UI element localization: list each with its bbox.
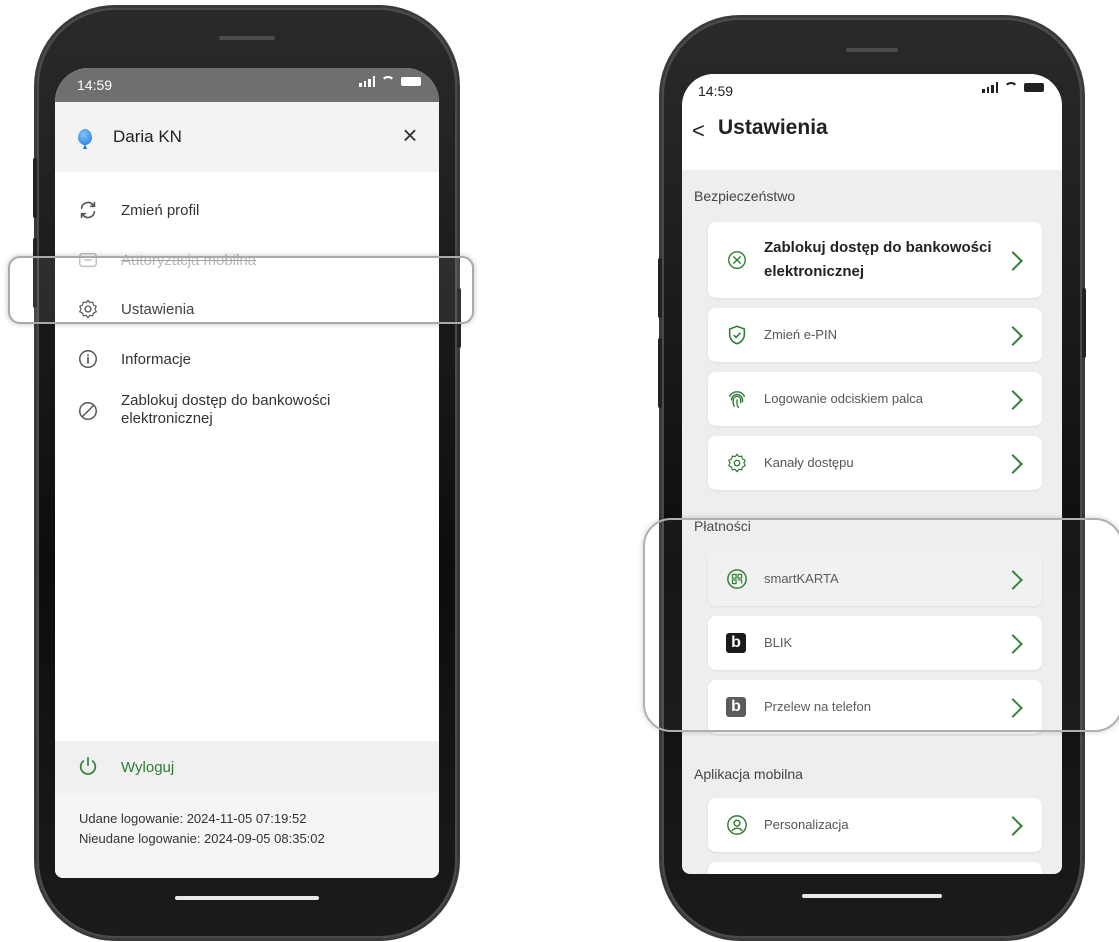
card-label: Logowanie odciskiem palca xyxy=(764,391,923,406)
system-icons xyxy=(359,76,421,87)
chevron-right-icon xyxy=(1003,816,1023,836)
last-login-failed: Nieudane logowanie: 2024-09-05 08:35:02 xyxy=(79,831,325,846)
highlight-frame xyxy=(643,518,1119,732)
card-block-access[interactable]: Zablokuj dostęp do bankowości elektronic… xyxy=(708,222,1042,298)
card-label: Zmień e-PIN xyxy=(764,327,837,342)
volume-button xyxy=(658,338,662,408)
menu-item-change-profile[interactable]: Zmień profil xyxy=(55,191,439,231)
speaker-grille xyxy=(846,48,898,52)
menu-item-label: Informacje xyxy=(121,351,192,368)
volume-button xyxy=(658,258,662,318)
menu-item-label: Zmień profil xyxy=(121,202,200,219)
phone-frame-left: 14:59 Daria KN × Zmień profil Autoryzacj… xyxy=(33,8,461,938)
chevron-right-icon xyxy=(1003,454,1023,474)
chevron-right-icon xyxy=(1003,326,1023,346)
menu-item-label-line2: elektronicznej xyxy=(121,410,213,427)
menu-header: 14:59 Daria KN × xyxy=(55,68,439,172)
highlight-frame xyxy=(8,256,474,324)
status-bar: 14:59 xyxy=(682,74,1062,108)
card-label: Personalizacja xyxy=(764,817,849,832)
back-icon[interactable]: < xyxy=(692,118,705,144)
chevron-right-icon xyxy=(1003,390,1023,410)
block-icon xyxy=(79,402,97,420)
logout-area: Wyloguj Udane logowanie: 2024-11-05 07:1… xyxy=(55,741,439,878)
signal-icon xyxy=(359,76,375,87)
card-label: Kanały dostępu xyxy=(764,455,854,470)
speaker-grille xyxy=(219,36,275,40)
chevron-right-icon xyxy=(1003,251,1023,271)
power-button xyxy=(1082,288,1086,358)
battery-icon xyxy=(1024,83,1044,92)
card-label-line2: elektronicznej xyxy=(764,263,865,280)
settings-header: 14:59 < Ustawienia xyxy=(682,74,1062,170)
close-icon[interactable]: × xyxy=(395,120,425,150)
phone-frame-right: 14:59 < Ustawienia Bezpieczeństwo Zablok… xyxy=(658,18,1086,938)
card-label: Zablokuj dostęp do bankowości elektronic… xyxy=(764,236,992,284)
fingerprint-icon xyxy=(728,391,746,408)
logout-button[interactable]: Wyloguj xyxy=(55,741,439,793)
page-title: Ustawienia xyxy=(718,116,828,139)
info-icon xyxy=(79,350,97,368)
screen-right: 14:59 < Ustawienia Bezpieczeństwo Zablok… xyxy=(682,74,1062,874)
power-icon xyxy=(79,756,97,775)
shield-check-icon xyxy=(728,325,746,345)
last-login-success: Udane logowanie: 2024-11-05 07:19:52 xyxy=(79,811,307,826)
profile-row[interactable]: Daria KN × xyxy=(55,102,439,172)
person-circle-icon xyxy=(727,815,747,835)
card-fingerprint-login[interactable]: Logowanie odciskiem palca xyxy=(708,372,1042,426)
menu-item-block-access[interactable]: Zablokuj dostęp do bankowości elektronic… xyxy=(55,384,439,434)
menu-item-label-line1: Zablokuj dostęp do bankowości xyxy=(121,392,331,409)
status-time: 14:59 xyxy=(698,83,734,99)
volume-button xyxy=(33,158,37,218)
section-label-security: Bezpieczeństwo xyxy=(694,188,796,204)
menu-item-label: Zablokuj dostęp do bankowości elektronic… xyxy=(121,392,330,428)
card-label-line1: Zablokuj dostęp do bankowości xyxy=(764,239,992,256)
wifi-icon xyxy=(1004,82,1018,93)
status-time: 14:59 xyxy=(77,77,113,93)
screen-left: 14:59 Daria KN × Zmień profil Autoryzacj… xyxy=(55,68,439,878)
balloon-avatar-icon xyxy=(78,129,92,145)
home-indicator[interactable] xyxy=(175,896,319,900)
home-indicator[interactable] xyxy=(802,894,942,898)
system-icons xyxy=(982,82,1044,93)
section-label-mobile-app: Aplikacja mobilna xyxy=(694,766,803,782)
profile-name: Daria KN xyxy=(113,127,182,146)
block-circle-icon xyxy=(728,251,746,269)
card-change-epin[interactable]: Zmień e-PIN xyxy=(708,308,1042,362)
status-bar: 14:59 xyxy=(55,68,439,102)
card-access-channels[interactable]: Kanały dostępu xyxy=(708,436,1042,490)
battery-icon xyxy=(401,77,421,86)
refresh-icon xyxy=(80,201,96,219)
menu-item-info[interactable]: Informacje xyxy=(55,340,439,380)
card-personalization[interactable]: Personalizacja xyxy=(708,798,1042,852)
wifi-icon xyxy=(381,76,395,87)
gear-icon xyxy=(728,453,746,473)
card-partial-next[interactable] xyxy=(708,862,1042,874)
signal-icon xyxy=(982,82,998,93)
logout-label: Wyloguj xyxy=(121,759,175,776)
